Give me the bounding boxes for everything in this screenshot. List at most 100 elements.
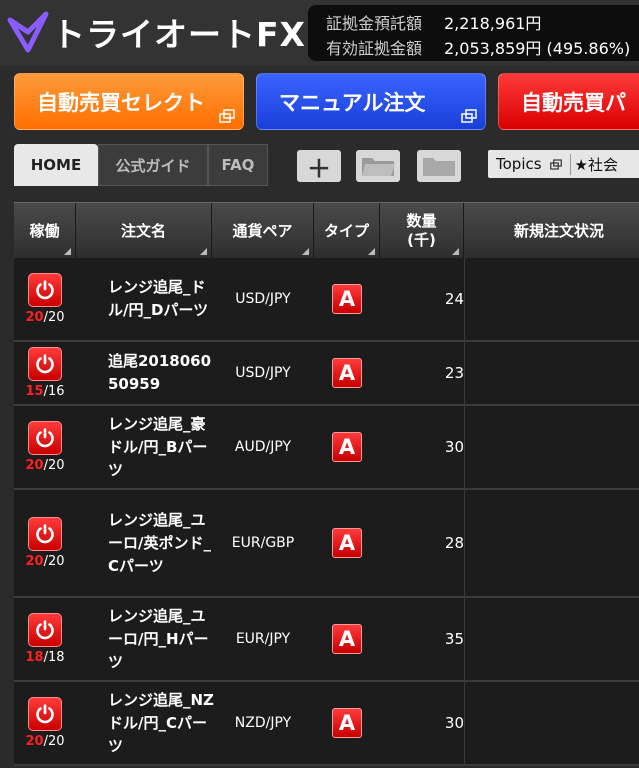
tab-home[interactable]: HOME	[14, 144, 98, 186]
active-count: 20	[25, 554, 44, 569]
header-status[interactable]: 稼働	[14, 203, 76, 259]
margin-deposit-label: 証拠金預託額	[326, 13, 423, 33]
account-summary: 証拠金預託額 2,218,961円 有効証拠金額 2,053,859円 (495…	[308, 5, 639, 61]
order-name[interactable]: 追尾201806050959	[108, 342, 218, 404]
folder-icon[interactable]	[417, 150, 461, 182]
total-count: /20	[43, 458, 65, 473]
tab-bar: HOME 公式ガイド FAQ ＋ Topics ★社会	[0, 140, 639, 190]
popup-window-icon	[219, 109, 235, 123]
power-cell: 18/18	[14, 598, 76, 680]
running-count: 15/16	[25, 384, 64, 399]
effective-margin-label: 有効証拠金額	[326, 38, 423, 58]
auto-trade-button[interactable]: 自動売買パ	[498, 73, 639, 130]
type-cell: A	[314, 406, 380, 488]
orders-table: 稼働 注文名 通貨ペア タイプ 数量 (千) 新規注文状況 20/20 レンジ追…	[14, 202, 639, 766]
order-name[interactable]: レンジ追尾_ドル/円_Dパーツ	[108, 258, 218, 340]
tab-official-guide[interactable]: 公式ガイド	[98, 144, 208, 186]
new-order-status	[464, 682, 639, 764]
currency-pair: AUD/JPY	[234, 439, 292, 455]
table-row[interactable]: 15/16 追尾201806050959 USD/JPY A 23	[14, 342, 639, 406]
power-cell: 20/20	[14, 406, 76, 488]
header-quantity[interactable]: 数量 (千)	[380, 203, 464, 259]
power-icon	[36, 704, 54, 724]
logo[interactable]: トライオートFX	[6, 8, 306, 56]
type-badge: A	[332, 624, 362, 654]
popup-window-icon	[549, 158, 562, 170]
order-name[interactable]: レンジ追尾_豪ドル/円_Bパーツ	[108, 406, 218, 488]
type-badge: A	[332, 358, 362, 388]
table-row[interactable]: 18/18 レンジ追尾_ユーロ/円_Hパーツ EUR/JPY A 35	[14, 598, 639, 682]
power-toggle-button[interactable]	[28, 517, 62, 551]
running-count: 20/20	[25, 734, 64, 749]
table-row[interactable]: 20/20 レンジ追尾_ユーロ/英ポンド_Cパーツ EUR/GBP A 28	[14, 490, 639, 598]
power-toggle-button[interactable]	[28, 273, 62, 307]
auto-select-label: 自動売買セレクト	[37, 90, 205, 115]
topics-news-text: ★社会	[569, 153, 618, 175]
header-pair[interactable]: 通貨ペア	[212, 203, 314, 259]
type-cell: A	[314, 490, 380, 596]
currency-pair: EUR/GBP	[231, 535, 295, 551]
power-icon	[36, 280, 54, 300]
quantity: 24	[444, 290, 464, 308]
total-count: /20	[43, 310, 65, 325]
new-order-status	[464, 490, 639, 596]
header-order-name[interactable]: 注文名	[76, 203, 212, 259]
active-count: 20	[25, 458, 44, 473]
app-header: トライオートFX 証拠金預託額 2,218,961円 有効証拠金額 2,053,…	[0, 0, 639, 66]
order-name[interactable]: レンジ追尾_NZドル/円_Cパーツ	[108, 682, 218, 764]
currency-pair: NZD/JPY	[234, 715, 292, 731]
running-count: 20/20	[25, 554, 64, 569]
active-count: 18	[25, 650, 44, 665]
table-row[interactable]: 20/20 レンジ追尾_豪ドル/円_Bパーツ AUD/JPY A 30	[14, 406, 639, 490]
quantity: 30	[444, 438, 464, 456]
power-toggle-button[interactable]	[28, 421, 62, 455]
total-count: /16	[43, 384, 65, 399]
running-count: 20/20	[25, 310, 64, 325]
folder-open-icon[interactable]	[356, 150, 400, 182]
table-row[interactable]: 20/20 レンジ追尾_NZドル/円_Cパーツ NZD/JPY A 30	[14, 682, 639, 766]
header-type[interactable]: タイプ	[314, 203, 380, 259]
quantity: 30	[444, 714, 464, 732]
new-order-status	[464, 258, 639, 340]
logo-text: トライオートFX	[52, 15, 306, 54]
type-badge: A	[332, 284, 362, 314]
active-count: 20	[25, 310, 44, 325]
popup-window-icon	[461, 109, 477, 123]
logo-mark-icon	[7, 11, 49, 53]
running-count: 20/20	[25, 458, 64, 473]
type-cell: A	[314, 598, 380, 680]
quantity: 28	[444, 534, 464, 552]
currency-pair: USD/JPY	[235, 291, 291, 307]
order-name[interactable]: レンジ追尾_ユーロ/円_Hパーツ	[108, 598, 218, 680]
type-badge: A	[332, 432, 362, 462]
manual-order-button[interactable]: マニュアル注文	[256, 73, 486, 130]
topics-label: Topics	[496, 155, 542, 173]
margin-deposit-value: 2,218,961円	[444, 13, 542, 33]
type-cell: A	[314, 342, 380, 404]
effective-margin-value: 2,053,859円 (495.86%)	[444, 38, 631, 58]
total-count: /20	[43, 734, 65, 749]
auto-select-button[interactable]: 自動売買セレクト	[14, 73, 244, 130]
quantity: 35	[444, 630, 464, 648]
power-cell: 20/20	[14, 682, 76, 764]
power-toggle-button[interactable]	[28, 697, 62, 731]
order-name[interactable]: レンジ追尾_ユーロ/英ポンド_Cパーツ	[108, 490, 218, 596]
currency-pair: EUR/JPY	[235, 631, 291, 647]
type-cell: A	[314, 258, 380, 340]
currency-pair: USD/JPY	[235, 365, 291, 381]
active-count: 15	[25, 384, 44, 399]
total-count: /20	[43, 554, 65, 569]
power-toggle-button[interactable]	[28, 613, 62, 647]
quantity: 23	[444, 364, 464, 382]
new-order-status	[464, 598, 639, 680]
running-count: 18/18	[25, 650, 64, 665]
tab-faq[interactable]: FAQ	[208, 144, 268, 186]
type-badge: A	[332, 528, 362, 558]
power-icon	[36, 524, 54, 544]
power-cell: 20/20	[14, 258, 76, 340]
power-toggle-button[interactable]	[28, 347, 62, 381]
table-row[interactable]: 20/20 レンジ追尾_ドル/円_Dパーツ USD/JPY A 24	[14, 258, 639, 342]
power-icon	[36, 428, 54, 448]
topics-ticker[interactable]: Topics ★社会	[488, 150, 639, 178]
add-tab-icon[interactable]: ＋	[297, 150, 341, 183]
